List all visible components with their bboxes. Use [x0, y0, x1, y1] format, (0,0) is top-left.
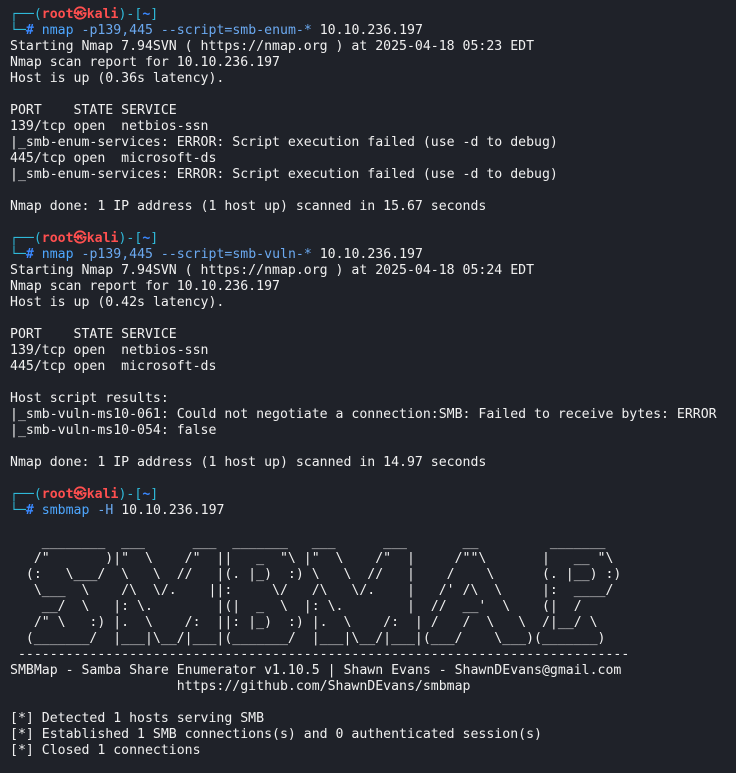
command-target: 10.10.236.197: [319, 247, 423, 262]
output-line: 445/tcp open microsoft-ds: [10, 151, 217, 166]
output-line: |_smb-vuln-ms10-061: Could not negotiate…: [10, 407, 717, 422]
command-target: 10.10.236.197: [319, 23, 423, 38]
command-args: -p139,445 --script=smb-enum-*: [81, 23, 312, 38]
output-line: 139/tcp open netbios-ssn: [10, 119, 209, 134]
prompt-at-symbol: ㉿: [73, 7, 87, 22]
smbmap-banner-art: (_______/ |___|\__/|___|(_______/ |___|\…: [10, 631, 606, 646]
output-line: [*] Established 1 SMB connections(s) and…: [10, 727, 542, 742]
prompt-frame: ]: [150, 231, 159, 246]
smbmap-banner-art: [10, 519, 736, 535]
smbmap-banner-art: /" )|" \ /" || _ "\ |" \ /" | /""\ | __ …: [10, 551, 614, 566]
prompt-frame: ┌──(: [10, 487, 42, 502]
prompt-at-symbol: ㉿: [73, 231, 87, 246]
prompt-frame: )-[: [118, 231, 143, 246]
smbmap-banner-art: ----------------------------------------…: [10, 647, 630, 662]
output-line: Nmap scan report for 10.10.236.197: [10, 55, 280, 70]
output-line: |_smb-enum-services: ERROR: Script execu…: [10, 135, 558, 150]
output-line: Host script results:: [10, 391, 169, 406]
prompt-hash: #: [25, 247, 34, 262]
output-line: Host is up (0.36s latency).: [10, 71, 225, 86]
smbmap-banner-art: (: \___/ \ \ // |(. |_) :) \ \ // | / \ …: [10, 567, 622, 582]
command-args: -H: [97, 503, 114, 518]
command-name: nmap: [41, 23, 74, 38]
command-args: -p139,445 --script=smb-vuln-*: [81, 247, 312, 262]
command-line: └─# nmap -p139,445 --script=smb-vuln-* 1…: [10, 247, 736, 263]
output-line: PORT STATE SERVICE: [10, 327, 177, 342]
output-line: |_smb-enum-services: ERROR: Script execu…: [10, 167, 558, 182]
terminal-window[interactable]: ┌──(root㉿kali)-[~] └─# nmap -p139,445 --s…: [0, 0, 736, 773]
prompt-frame: )-[: [118, 487, 143, 502]
prompt-frame: ┌──(: [10, 7, 42, 22]
prompt-host: kali: [86, 231, 119, 246]
prompt-at-symbol: ㉿: [73, 487, 87, 502]
output-line: 445/tcp open microsoft-ds: [10, 359, 217, 374]
output-line: 139/tcp open netbios-ssn: [10, 343, 209, 358]
output-line: [*] Closed 1 connections: [10, 743, 201, 758]
smbmap-banner-art: ________ ___ ___ _______ ___ ___ __ ____…: [10, 535, 606, 550]
prompt-user: root: [41, 231, 74, 246]
output-line: https://github.com/ShawnDEvans/smbmap: [10, 679, 471, 694]
smbmap-banner-art: \___ \ /\ \/. ||: \/ /\ \/. | /' /\ \ |:…: [10, 583, 614, 598]
output-line: Nmap done: 1 IP address (1 host up) scan…: [10, 455, 487, 470]
output-line: Host is up (0.42s latency).: [10, 295, 225, 310]
output-line: |_smb-vuln-ms10-054: false: [10, 423, 217, 438]
output-line: SMBMap - Samba Share Enumerator v1.10.5 …: [10, 663, 622, 678]
prompt-frame: ┌──(: [10, 231, 42, 246]
command-name: smbmap: [41, 503, 90, 518]
output-line: Starting Nmap 7.94SVN ( https://nmap.org…: [10, 39, 535, 54]
output-line: PORT STATE SERVICE: [10, 103, 177, 118]
smbmap-banner-art: __/ \ |: \. |(| _ \ |: \. | // __' \ (| …: [10, 599, 582, 614]
prompt-hash: #: [25, 503, 34, 518]
prompt-user: root: [41, 7, 74, 22]
prompt-line-top: ┌──(root㉿kali)-[~]: [10, 7, 736, 23]
command-target: 10.10.236.197: [121, 503, 225, 518]
prompt-line-top: ┌──(root㉿kali)-[~]: [10, 487, 736, 503]
prompt-frame: └─: [10, 23, 26, 38]
command-name: nmap: [41, 247, 74, 262]
prompt-line-top: ┌──(root㉿kali)-[~]: [10, 231, 736, 247]
prompt-host: kali: [86, 487, 119, 502]
prompt-frame: └─: [10, 247, 26, 262]
prompt-frame: └─: [10, 503, 26, 518]
prompt-user: root: [41, 487, 74, 502]
output-line: Nmap done: 1 IP address (1 host up) scan…: [10, 199, 487, 214]
command-line: └─# nmap -p139,445 --script=smb-enum-* 1…: [10, 23, 736, 39]
output-line: [*] Detected 1 hosts serving SMB: [10, 711, 265, 726]
output-line: Starting Nmap 7.94SVN ( https://nmap.org…: [10, 263, 535, 278]
smbmap-banner-art: /" \ :) |. \ /: ||: |_) :) |. \ /: | / /…: [10, 615, 598, 630]
command-line: └─# smbmap -H 10.10.236.197: [10, 503, 736, 519]
prompt-frame: ]: [150, 487, 159, 502]
prompt-frame: ]: [150, 7, 159, 22]
output-line: Nmap scan report for 10.10.236.197: [10, 279, 280, 294]
prompt-host: kali: [86, 7, 119, 22]
prompt-frame: )-[: [118, 7, 143, 22]
prompt-hash: #: [25, 23, 34, 38]
